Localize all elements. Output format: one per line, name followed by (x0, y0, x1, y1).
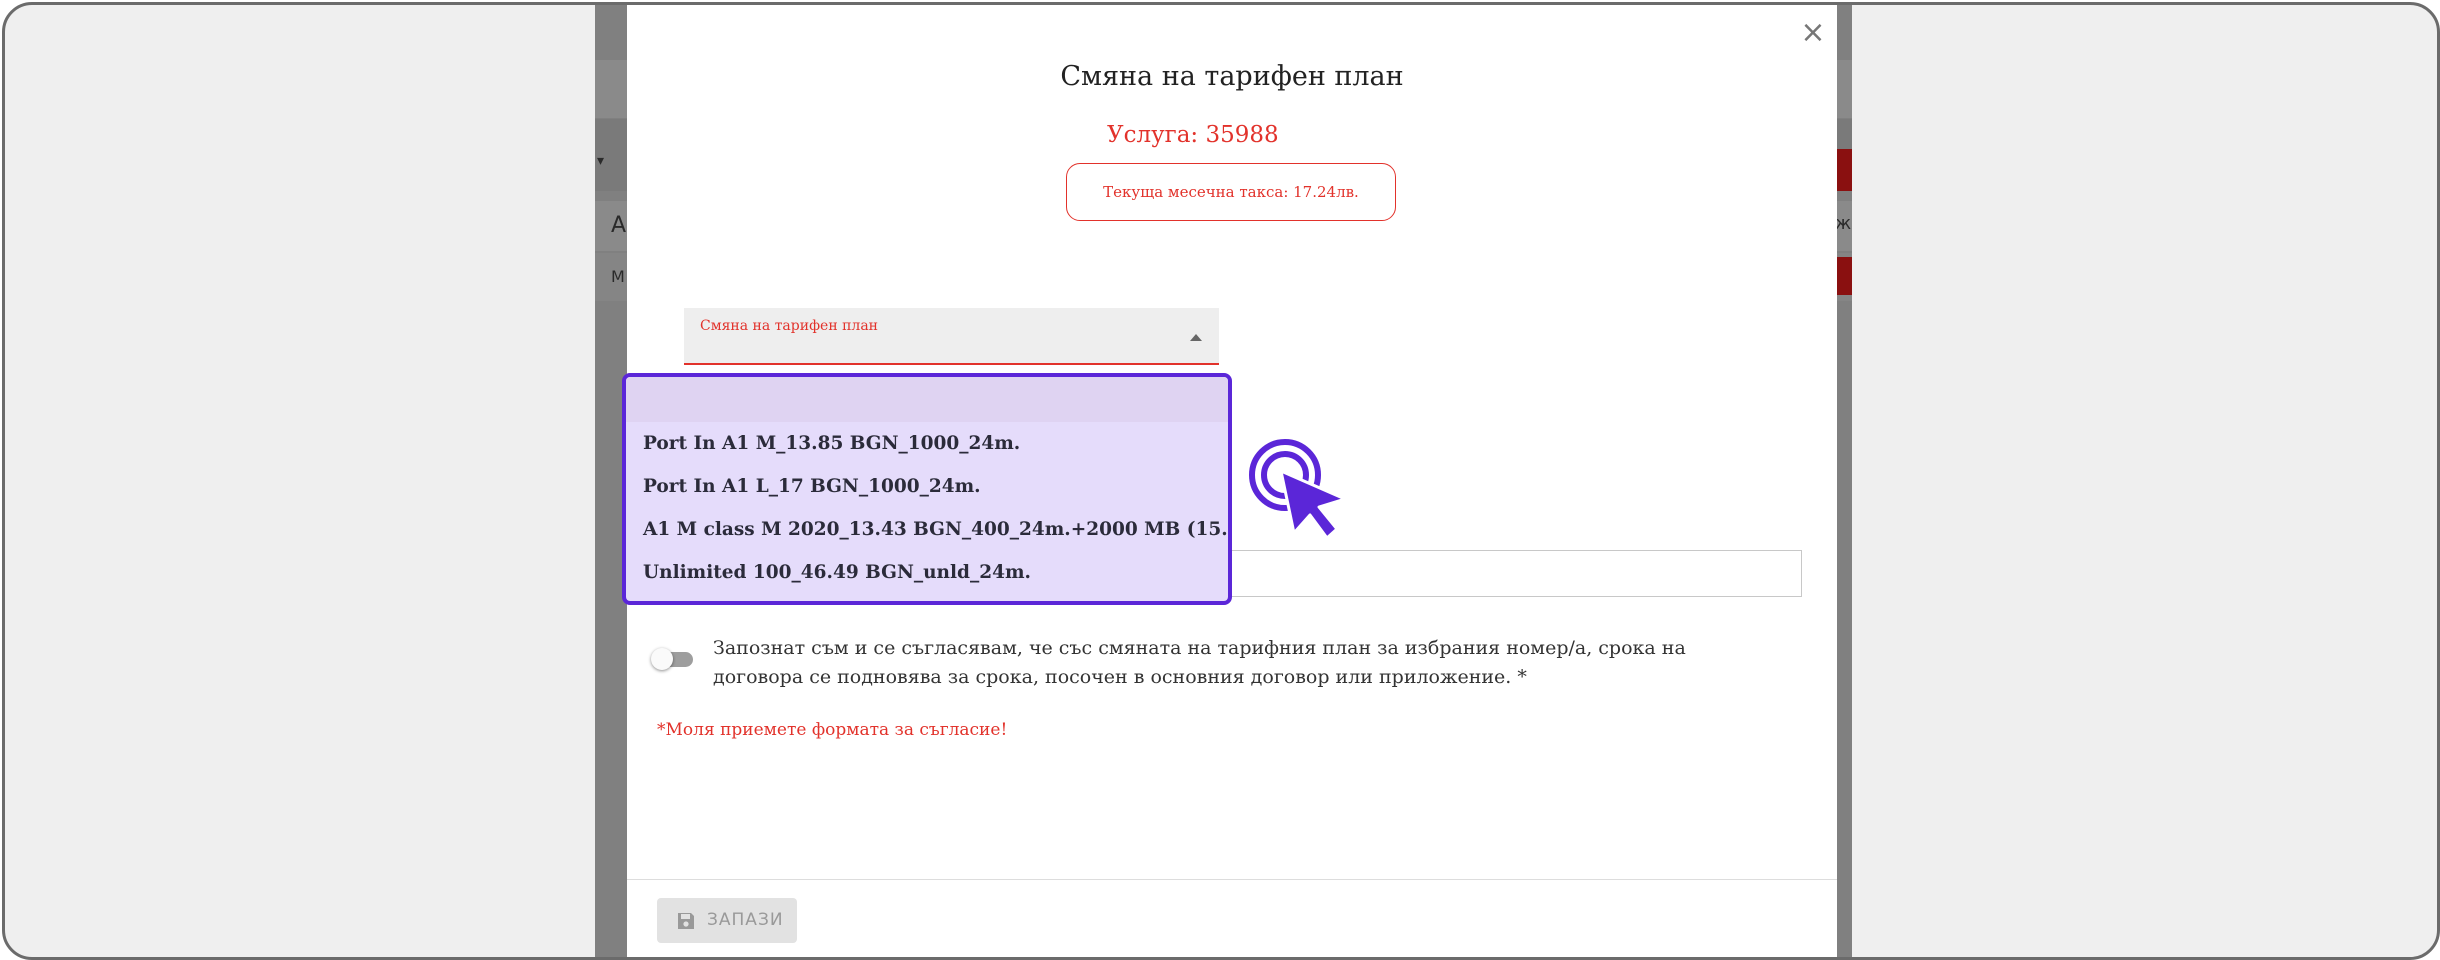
dropdown-item-empty[interactable] (626, 377, 1228, 422)
footer-divider (627, 879, 1837, 880)
plan-select-label: Смяна на тарифен план (700, 318, 879, 334)
close-icon[interactable]: × (1799, 18, 1827, 48)
current-fee-badge: Текуща месечна такса: 17.24лв. (1066, 163, 1396, 221)
screen-frame: ▾ А М ж × Смяна на тарифен план Услуга: … (2, 2, 2440, 960)
background-red-button-2 (1835, 257, 1852, 295)
dropdown-item-port-in-l[interactable]: Port In A1 L_17 BGN_1000_24m. (626, 465, 1228, 508)
consent-warning: *Моля приемете формата за съгласие! (657, 720, 1008, 740)
background-dropdown-caret: ▾ (597, 153, 605, 169)
change-plan-modal: × Смяна на тарифен план Услуга: 35988 Те… (622, 5, 1837, 957)
background-cell-a: А (611, 213, 627, 238)
chevron-up-icon (1190, 334, 1202, 341)
pointer-click-icon (1249, 439, 1347, 540)
consent-toggle[interactable] (651, 648, 695, 672)
service-number: Услуга: 35988 (1107, 122, 1279, 148)
background-cell-right: ж (1835, 213, 1852, 234)
text-input-field[interactable] (1229, 550, 1802, 597)
plan-select[interactable]: Смяна на тарифен план (684, 308, 1219, 365)
save-button-label: ЗАПАЗИ (707, 910, 784, 930)
dropdown-item-m-class[interactable]: A1 M class M 2020_13.43 BGN_400_24m.+200… (626, 508, 1228, 551)
background-cell-m: М (611, 267, 625, 286)
dropdown-item-port-in-m[interactable]: Port In A1 M_13.85 BGN_1000_24m. (626, 422, 1228, 465)
consent-text: Запознат съм и се съгласявам, че със смя… (713, 637, 1686, 688)
save-button[interactable]: ЗАПАЗИ (657, 898, 797, 943)
modal-title: Смяна на тарифен план (1060, 61, 1404, 92)
background-red-button (1835, 149, 1852, 191)
plan-dropdown-menu: Port In A1 M_13.85 BGN_1000_24m. Port In… (622, 373, 1232, 605)
toggle-knob (651, 648, 673, 670)
dropdown-item-unlimited[interactable]: Unlimited 100_46.49 BGN_unld_24m. (626, 551, 1228, 594)
save-icon (678, 913, 694, 929)
